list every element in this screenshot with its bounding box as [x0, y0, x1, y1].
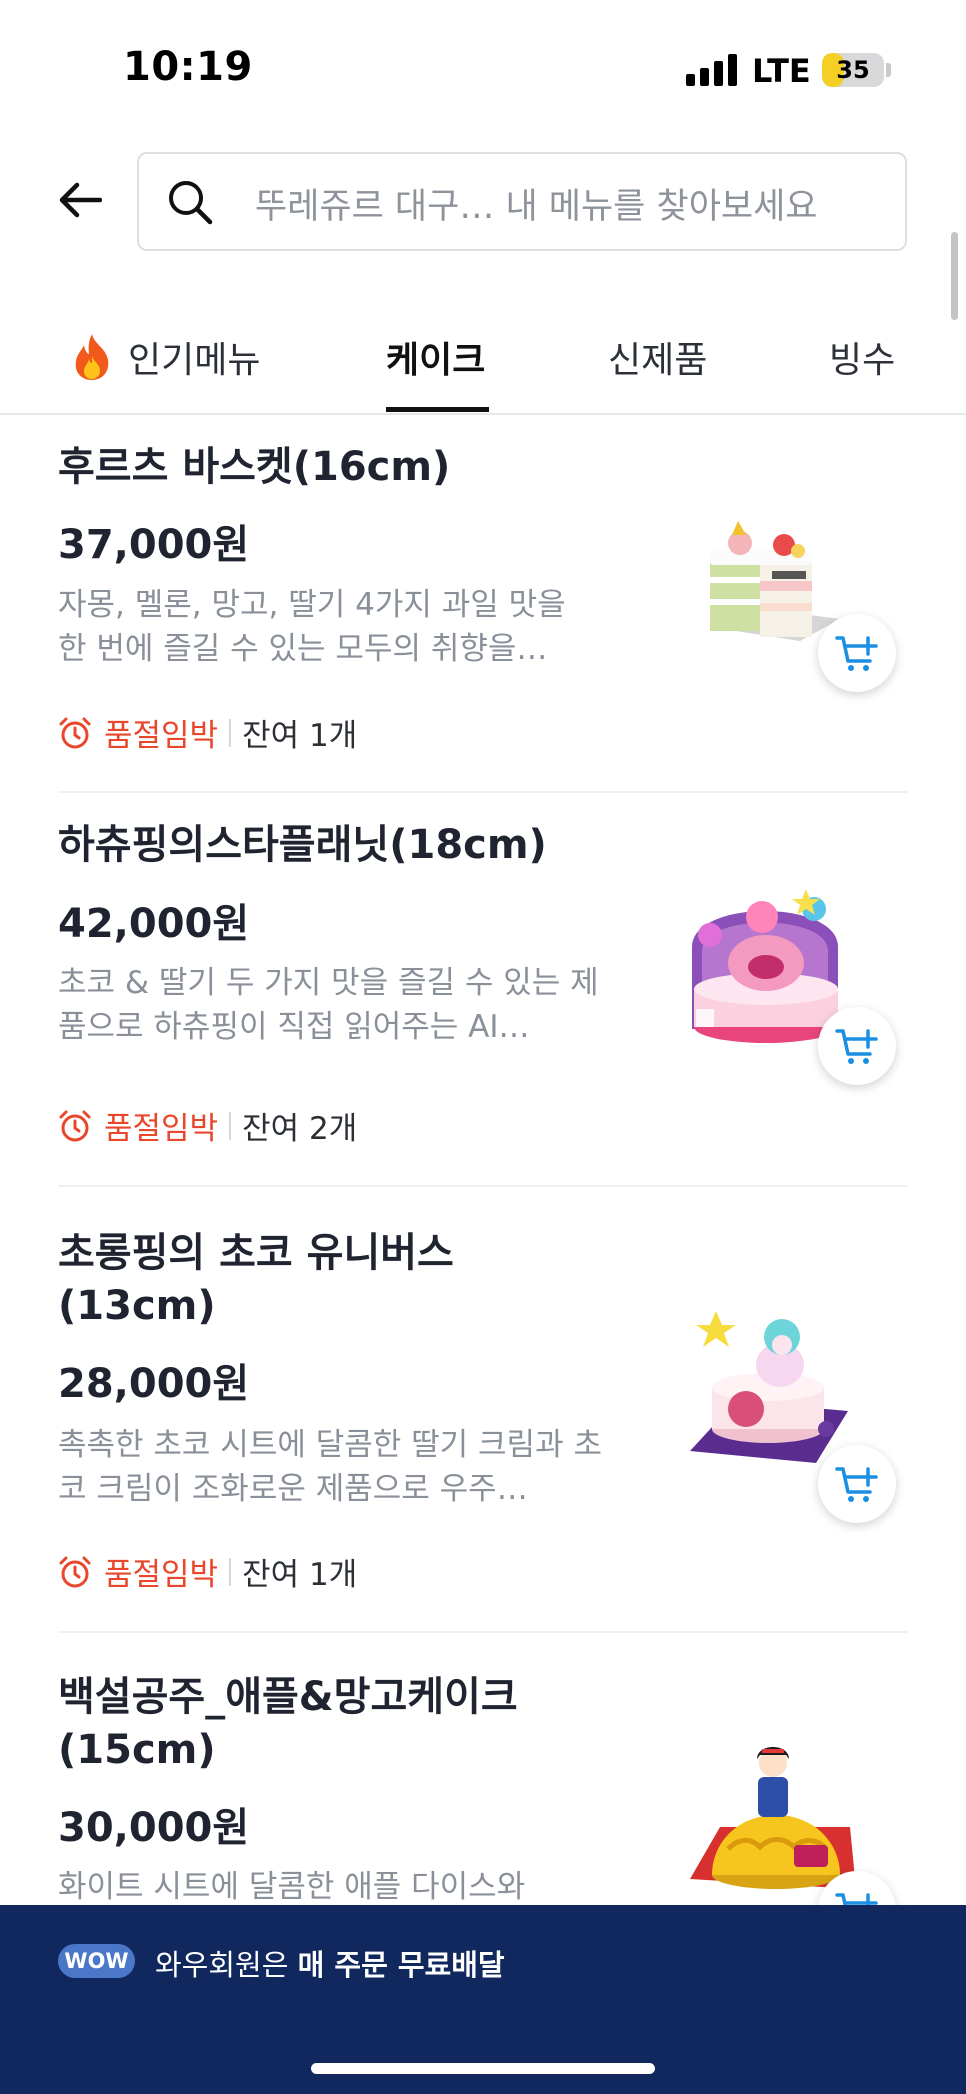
tab-label: 케이크	[386, 339, 486, 381]
tab-cake[interactable]: 케이크	[386, 300, 485, 413]
stock-count: 잔여 2개	[242, 1111, 358, 1147]
tab-label: 빙수	[829, 339, 896, 381]
product-description: 촉촉한 초코 시트에 달콤한 딸기 크림과 초코 크림이 조화로운 제품으로 우…	[58, 1427, 602, 1507]
wow-membership-banner[interactable]: WOW 와우회원은 매 주문 무료배달	[0, 1905, 966, 2094]
soldout-badge: 품절임박	[104, 1557, 219, 1593]
home-indicator[interactable]	[311, 2063, 655, 2074]
add-to-cart-button[interactable]	[818, 1007, 896, 1085]
product-description: 초코 & 딸기 두 가지 맛을 즐길 수 있는 제품으로 하츄핑이 직접 읽어주…	[58, 965, 599, 1045]
search-icon	[169, 181, 213, 225]
alarm-clock-icon	[59, 717, 91, 748]
stock-count: 잔여 1개	[242, 718, 358, 754]
stock-status: 품절임박 잔여 1개	[58, 710, 357, 755]
battery-icon: 35	[822, 53, 884, 87]
status-bar: 10:19 LTE 35	[0, 0, 966, 140]
product-name: 후르츠 바스켓(16cm)	[58, 444, 451, 490]
product-price: 30,000원	[58, 1805, 250, 1851]
search-input[interactable]: 뚜레쥬르 대구… 내 메뉴를 찾아보세요	[137, 152, 907, 251]
cart-plus-icon	[835, 1467, 878, 1502]
tab-label: 신제품	[608, 339, 708, 381]
product-name: 백설공주_애플&망고케이크 (15cm)	[58, 1674, 518, 1773]
tab-popular[interactable]: 인기메뉴	[70, 300, 260, 413]
search-placeholder: 뚜레쥬르 대구… 내 메뉴를 찾아보세요	[255, 187, 818, 227]
product-item[interactable]: 백설공주_애플&망고케이크 (15cm) 30,000원 화이트 시트에 달콤한…	[58, 1633, 908, 1905]
product-description: 화이트 시트에 달콤한 애플 다이스와	[58, 1869, 526, 1905]
tab-label: 인기메뉴	[128, 339, 261, 381]
cart-plus-icon	[835, 1893, 878, 1905]
stock-count: 잔여 1개	[242, 1557, 358, 1593]
stock-status: 품절임박 잔여 2개	[58, 1103, 357, 1148]
tab-bingsu[interactable]: 빙수	[829, 300, 895, 413]
banner-text: 와우회원은 매 주문 무료배달	[155, 1942, 505, 1984]
product-price: 37,000원	[58, 522, 250, 568]
battery-tip	[886, 63, 891, 77]
cart-plus-icon	[835, 636, 878, 671]
divider	[229, 718, 232, 747]
alarm-clock-icon	[59, 1556, 91, 1587]
stock-status: 품절임박 잔여 1개	[58, 1549, 357, 1594]
product-item[interactable]: 하츄핑의스타플래닛(18cm) 42,000원 초코 & 딸기 두 가지 맛을 …	[58, 793, 908, 1187]
product-price: 42,000원	[58, 901, 250, 947]
category-tabs: 인기메뉴 케이크 신제품 빙수	[0, 300, 966, 415]
product-price: 28,000원	[58, 1361, 250, 1407]
product-item[interactable]: 후르츠 바스켓(16cm) 37,000원 자몽, 멜론, 망고, 딸기 4가지…	[58, 417, 908, 793]
product-item[interactable]: 초롱핑의 초코 유니버스 (13cm) 28,000원 촉촉한 초코 시트에 달…	[58, 1187, 908, 1633]
product-name: 초롱핑의 초코 유니버스 (13cm)	[58, 1230, 454, 1329]
add-to-cart-button[interactable]	[818, 1445, 896, 1523]
tab-new-products[interactable]: 신제품	[608, 300, 707, 413]
fire-icon	[75, 333, 109, 380]
wow-badge: WOW	[58, 1944, 135, 1978]
divider	[229, 1111, 232, 1140]
status-time: 10:19	[123, 44, 253, 90]
soldout-badge: 품절임박	[104, 1111, 219, 1147]
banner-text-bold: 매 주문 무료배달	[297, 1948, 505, 1982]
banner-text-prefix: 와우회원은	[155, 1948, 298, 1982]
add-to-cart-button[interactable]	[818, 614, 896, 692]
product-list[interactable]: 후르츠 바스켓(16cm) 37,000원 자몽, 멜론, 망고, 딸기 4가지…	[0, 417, 966, 1905]
back-button[interactable]	[50, 170, 110, 230]
alarm-clock-icon	[59, 1110, 91, 1141]
cellular-signal-icon	[686, 54, 738, 86]
active-tab-indicator	[386, 407, 489, 412]
arrow-left-icon	[59, 182, 102, 218]
product-description: 자몽, 멜론, 망고, 딸기 4가지 과일 맛을 한 번에 즐길 수 있는 모두…	[58, 587, 566, 667]
network-type: LTE	[752, 52, 811, 90]
divider	[229, 1557, 232, 1586]
soldout-badge: 품절임박	[104, 718, 219, 754]
battery-level: 35	[836, 56, 870, 84]
product-name: 하츄핑의스타플래닛(18cm)	[58, 822, 547, 868]
cart-plus-icon	[835, 1029, 878, 1064]
